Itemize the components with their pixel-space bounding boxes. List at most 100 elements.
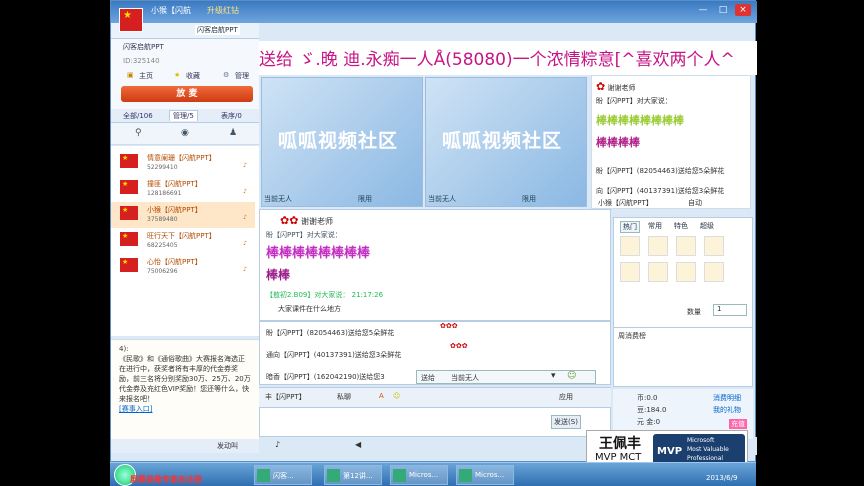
flag-icon bbox=[120, 154, 138, 168]
audio-label[interactable]: 发动叫 bbox=[217, 441, 238, 451]
title-user-name: 小猴【闪航 bbox=[151, 6, 191, 15]
gift-icon[interactable] bbox=[676, 262, 696, 282]
gift-icon[interactable] bbox=[620, 262, 640, 282]
priv-gift-line: 通向【闪PPT】(40137391)送给您3朵鲜花 bbox=[266, 351, 402, 359]
video-limit: 限用 bbox=[358, 195, 372, 203]
spend-detail-link[interactable]: 消费明细 bbox=[713, 393, 741, 403]
mic-volume-icon[interactable]: ♪ bbox=[275, 440, 280, 449]
week-rank-panel: 周消费榜 bbox=[613, 327, 753, 387]
pub-time-line: 【敖初2.B09】对大家说： 21:17:26 bbox=[266, 291, 384, 299]
add-user-icon[interactable]: ♟ bbox=[229, 128, 237, 138]
gift-tab-special[interactable]: 特色 bbox=[674, 221, 688, 231]
tab-admin[interactable]: 管理/5 bbox=[169, 110, 198, 121]
excel-icon bbox=[459, 469, 472, 482]
list-item[interactable]: 小猴【闪航PPT】 37589480 ♪ bbox=[111, 202, 255, 228]
emoji-icon[interactable]: ☺ bbox=[393, 392, 400, 400]
video-panel-1[interactable]: 呱呱视频社区 当前无人 限用 bbox=[261, 77, 423, 207]
minimize-button[interactable]: — bbox=[695, 4, 711, 16]
pub-thanks: ✿✿ 谢谢老师 bbox=[280, 214, 333, 227]
private-chat-checkbox[interactable]: 私聊 bbox=[337, 392, 351, 402]
taskbar-item[interactable]: 闪客... bbox=[254, 465, 312, 485]
close-button[interactable]: × bbox=[735, 4, 751, 16]
list-item[interactable]: 情意阑珊【闪航PPT】 52299410 ♪ bbox=[111, 150, 255, 176]
mic-button[interactable]: 放 麦 bbox=[121, 86, 253, 102]
rose-icon: ✿✿✿ bbox=[440, 322, 458, 330]
notice-number: 4): bbox=[119, 345, 129, 353]
manage-link[interactable]: 管理 bbox=[235, 71, 249, 81]
send-button[interactable]: 发送(S) bbox=[551, 415, 581, 429]
mvp-logo-text: MVP bbox=[657, 446, 683, 457]
taskbar-item[interactable]: Micros... bbox=[456, 465, 514, 485]
chat-thanks-text: 谢谢老师 bbox=[607, 84, 636, 92]
gift-icon[interactable] bbox=[620, 236, 640, 256]
title-bar: 小猴【闪航 升级红钻 — □ × bbox=[111, 1, 757, 23]
qty-select[interactable]: 1 bbox=[713, 304, 747, 316]
upgrade-link[interactable]: 升级红钻 bbox=[207, 5, 239, 16]
chat-sender: 盼【闪PPT】对大家说： bbox=[596, 97, 672, 105]
font-icon[interactable]: A bbox=[379, 392, 384, 400]
gift-banner: 送给 ゞ.晚 迪.永痴一人Å(58080)一个浓情粽意[^喜欢两个人^ bbox=[259, 41, 757, 75]
app-menu[interactable]: 应用 bbox=[559, 392, 573, 402]
mvp-logo-line1: Microsoft bbox=[687, 437, 715, 444]
list-item[interactable]: 心怡【闪航PPT】 75006296 ♪ bbox=[111, 254, 255, 280]
gift-icon[interactable] bbox=[648, 236, 668, 256]
app-icon bbox=[257, 469, 270, 482]
rose-icon: ✿✿✿ bbox=[450, 342, 468, 350]
video-status: 当前无人 bbox=[428, 195, 456, 203]
send-target-bar[interactable]: 送给 当前无人 ▾ ☺ bbox=[416, 370, 596, 384]
favorite-link[interactable]: 收藏 bbox=[186, 71, 200, 81]
user-id: 128186691 bbox=[147, 190, 182, 197]
chat-auto: 自动 bbox=[688, 199, 702, 207]
gift-icon[interactable] bbox=[676, 236, 696, 256]
clock-date: 2013/6/9 bbox=[706, 474, 738, 482]
tab-queue[interactable]: 表序/0 bbox=[221, 111, 242, 121]
tab-all[interactable]: 全部/106 bbox=[123, 111, 153, 121]
home-link[interactable]: 主页 bbox=[139, 71, 153, 81]
qty-label: 数量 bbox=[687, 308, 701, 316]
chat-target-select[interactable]: 丰【闪PPT】 bbox=[265, 392, 306, 402]
banner-text: 送给 ゞ.晚 迪.永痴一人Å(58080)一个浓情粽意[^喜欢两个人^ bbox=[259, 50, 735, 70]
list-item[interactable]: 撞匪【闪航PPT】 128186691 ♪ bbox=[111, 176, 255, 202]
speaker-icon[interactable]: ◀ bbox=[355, 440, 361, 449]
tab-room-name[interactable]: 闪客启航PPT bbox=[195, 25, 240, 35]
search-icon[interactable]: ⚲ bbox=[135, 128, 142, 138]
flag-icon bbox=[120, 206, 138, 220]
gift-tab-super[interactable]: 超级 bbox=[700, 221, 714, 231]
room-flag-icon bbox=[119, 8, 143, 32]
user-id: 75006296 bbox=[147, 268, 178, 275]
location-icon[interactable]: ◉ bbox=[181, 128, 189, 138]
video-watermark: 呱呱视频社区 bbox=[442, 130, 563, 152]
gift-icon[interactable] bbox=[704, 262, 724, 282]
coin-balance: 币:0.0 bbox=[637, 394, 658, 402]
mvp-logo-line3: Professional bbox=[687, 455, 724, 462]
gift-tab-common[interactable]: 常用 bbox=[648, 221, 662, 231]
video-watermark: 呱呱视频社区 bbox=[278, 130, 399, 152]
dropdown-icon[interactable]: ▾ bbox=[551, 371, 556, 381]
recorder-watermark: 屏幕录像专家未注册 bbox=[130, 475, 202, 484]
video-panel-2[interactable]: 呱呱视频社区 当前无人 限用 bbox=[425, 77, 587, 207]
priv-gift-line: 暗香【闪PPT】(162042190)送给您3 bbox=[266, 373, 385, 381]
send-to-label: 送给 bbox=[421, 374, 435, 382]
my-gift-link[interactable]: 我的礼物 bbox=[713, 405, 741, 415]
chat-user: 小猴【闪航PPT】 bbox=[598, 199, 653, 207]
gift-tab-hot[interactable]: 热门 bbox=[620, 221, 640, 233]
chat-bang-row: 棒棒棒棒棒棒棒棒 bbox=[596, 114, 684, 127]
mic-icon: ♪ bbox=[243, 214, 247, 221]
gift-icon[interactable] bbox=[704, 236, 724, 256]
week-rank-title[interactable]: 周消费榜 bbox=[618, 331, 646, 341]
frog-icon[interactable]: ☺ bbox=[567, 371, 576, 381]
taskbar-label: Micros... bbox=[409, 471, 439, 479]
user-name: 小猴【闪航PPT】 bbox=[147, 206, 202, 214]
recharge-button[interactable]: 充值 bbox=[729, 419, 747, 429]
pub-sender: 盼【闪PPT】对大家说： bbox=[266, 231, 342, 239]
taskbar-item[interactable]: 第12讲... bbox=[324, 465, 382, 485]
flag-icon bbox=[120, 180, 138, 194]
user-name: 旺行天下【闪航PPT】 bbox=[147, 232, 216, 240]
public-chat: ✿✿ 谢谢老师 盼【闪PPT】对大家说： 棒棒棒棒棒棒棒棒 棒棒 【敖初2.B0… bbox=[259, 209, 611, 321]
mic-icon: ♪ bbox=[243, 240, 247, 247]
maximize-button[interactable]: □ bbox=[715, 4, 731, 16]
gift-icon[interactable] bbox=[648, 262, 668, 282]
list-item[interactable]: 旺行天下【闪航PPT】 68225405 ♪ bbox=[111, 228, 255, 254]
taskbar-item[interactable]: Micros... bbox=[390, 465, 448, 485]
notice-link[interactable]: [赛事入口] bbox=[119, 405, 152, 413]
